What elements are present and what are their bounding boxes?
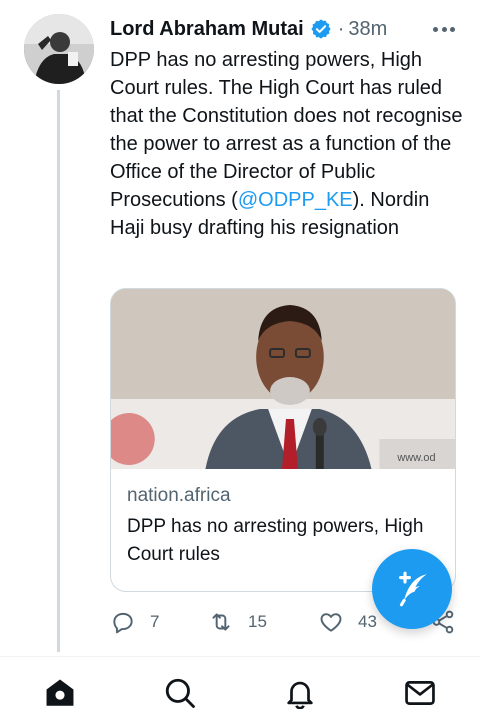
card-image: www.od: [111, 289, 455, 469]
tweet-header: Lord Abraham Mutai · 38m: [110, 14, 456, 44]
nav-messages[interactable]: [402, 675, 438, 709]
reply-count: 7: [150, 612, 160, 631]
compose-button[interactable]: [372, 549, 452, 629]
more-icon[interactable]: [432, 19, 456, 39]
like-button[interactable]: 43: [318, 606, 377, 638]
nav-notifications[interactable]: [282, 675, 318, 709]
card-domain: nation.africa: [127, 485, 231, 506]
svg-text:www.od: www.od: [396, 452, 435, 464]
reply-button[interactable]: 7: [110, 606, 159, 638]
bottom-nav: [0, 657, 480, 709]
reply-icon: [113, 612, 133, 634]
retweet-button[interactable]: 15: [208, 606, 267, 638]
avatar-image: [24, 14, 94, 84]
nav-home[interactable]: [42, 675, 78, 709]
tweet-time[interactable]: 38m: [348, 18, 387, 41]
nav-search[interactable]: [162, 675, 198, 709]
avatar[interactable]: [24, 14, 94, 84]
author-name[interactable]: Lord Abraham Mutai: [110, 18, 304, 41]
compose-icon: [399, 571, 427, 607]
link-card[interactable]: www.od nation.africa DPP has no arrestin…: [110, 288, 456, 592]
like-count: 43: [358, 612, 377, 631]
separator-dot: ·: [337, 17, 345, 40]
heart-icon: [320, 613, 342, 632]
bell-icon: [287, 681, 313, 709]
verified-badge-icon: [311, 19, 331, 39]
search-icon: [165, 678, 195, 708]
tweet-text: DPP has no arresting powers, High Court …: [110, 46, 466, 242]
retweet-count: 15: [248, 612, 267, 631]
retweet-icon: [212, 613, 230, 631]
mail-icon: [405, 681, 435, 705]
mention-link[interactable]: @ODPP_KE: [238, 189, 353, 211]
thread-line: [57, 90, 60, 652]
home-icon: [46, 679, 74, 706]
tweet-text-part-1: DPP has no arresting powers, High Court …: [110, 49, 463, 211]
